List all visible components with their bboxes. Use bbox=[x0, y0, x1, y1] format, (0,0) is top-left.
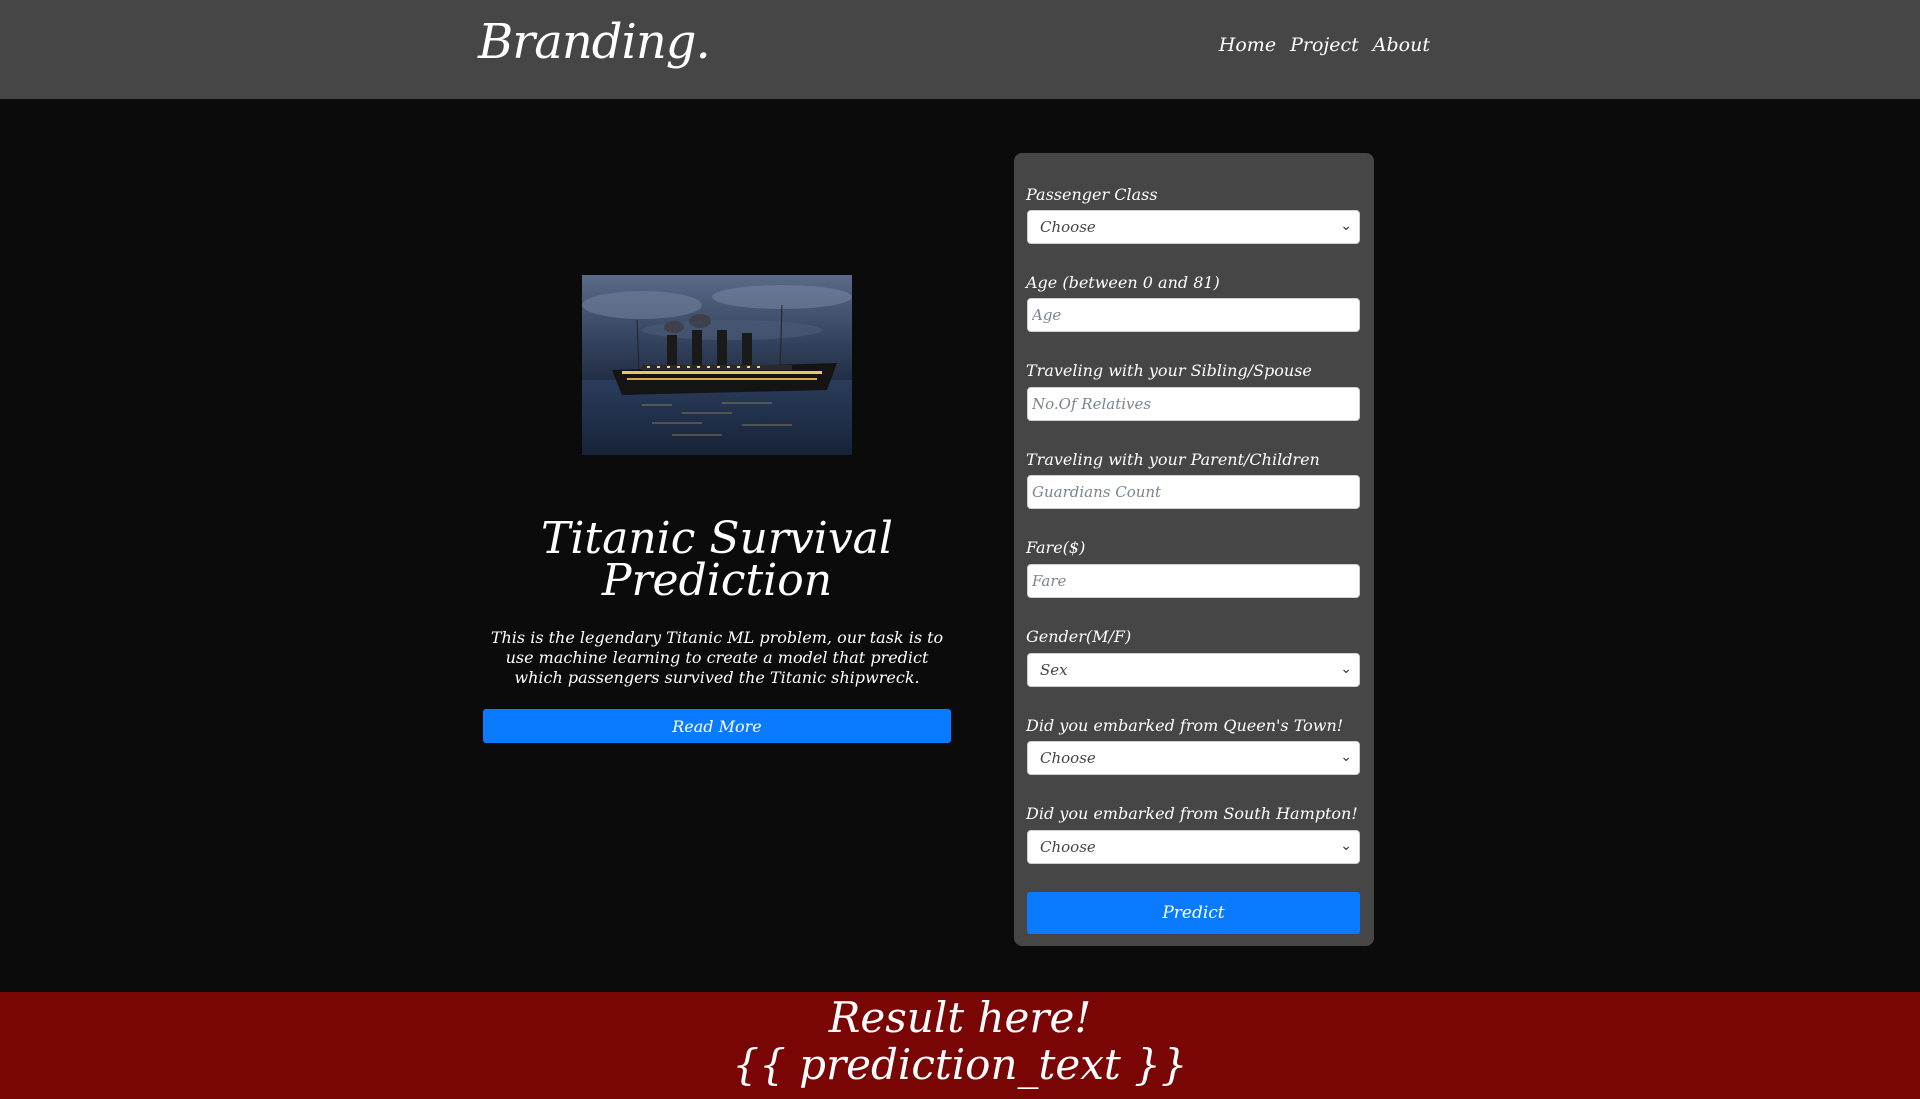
south-hampton-select-wrap: Choose ⌄ bbox=[1027, 830, 1360, 864]
brand-logo[interactable]: Branding. bbox=[478, 14, 711, 70]
south-hampton-label: Did you embarked from South Hampton! bbox=[1026, 804, 1358, 823]
fare-input[interactable] bbox=[1027, 564, 1360, 598]
age-label: Age (between 0 and 81) bbox=[1026, 273, 1220, 292]
nav-link-project[interactable]: Project bbox=[1290, 34, 1359, 56]
parent-children-input[interactable] bbox=[1027, 475, 1360, 509]
gender-select-wrap: Sex ⌄ bbox=[1027, 653, 1360, 687]
sibling-spouse-input[interactable] bbox=[1027, 387, 1360, 421]
titanic-image bbox=[582, 275, 852, 455]
read-more-button[interactable]: Read More bbox=[483, 709, 951, 743]
titanic-illustration bbox=[582, 275, 852, 455]
passenger-class-label: Passenger Class bbox=[1026, 185, 1158, 204]
predict-button[interactable]: Predict bbox=[1027, 892, 1360, 934]
result-banner: Result here! {{ prediction_text }} bbox=[0, 992, 1920, 1099]
page-title-line2: Prediction bbox=[601, 555, 833, 606]
queens-town-label: Did you embarked from Queen's Town! bbox=[1026, 716, 1344, 735]
nav-link-home[interactable]: Home bbox=[1219, 34, 1276, 56]
nav-links: Home Project About bbox=[1219, 34, 1430, 56]
hero-description: This is the legendary Titanic ML problem… bbox=[490, 628, 944, 687]
queens-town-select-wrap: Choose ⌄ bbox=[1027, 741, 1360, 775]
fare-label: Fare($) bbox=[1026, 538, 1086, 557]
prediction-text: {{ prediction_text }} bbox=[732, 1040, 1188, 1089]
gender-label: Gender(M/F) bbox=[1026, 627, 1132, 646]
nav-link-about[interactable]: About bbox=[1373, 34, 1430, 56]
south-hampton-select[interactable]: Choose bbox=[1027, 830, 1360, 864]
sibling-spouse-label: Traveling with your Sibling/Spouse bbox=[1026, 361, 1312, 380]
gender-select[interactable]: Sex bbox=[1027, 653, 1360, 687]
page-title: Titanic Survival Prediction bbox=[482, 517, 952, 603]
parent-children-label: Traveling with your Parent/Children bbox=[1026, 450, 1320, 469]
passenger-class-select[interactable]: Choose bbox=[1027, 210, 1360, 244]
navbar: Branding. Home Project About bbox=[0, 0, 1920, 99]
age-input[interactable] bbox=[1027, 298, 1360, 332]
passenger-class-select-wrap: Choose ⌄ bbox=[1027, 210, 1360, 244]
queens-town-select[interactable]: Choose bbox=[1027, 741, 1360, 775]
prediction-form: Passenger Class Choose ⌄ Age (between 0 … bbox=[1014, 153, 1374, 946]
result-heading: Result here! bbox=[828, 993, 1092, 1042]
